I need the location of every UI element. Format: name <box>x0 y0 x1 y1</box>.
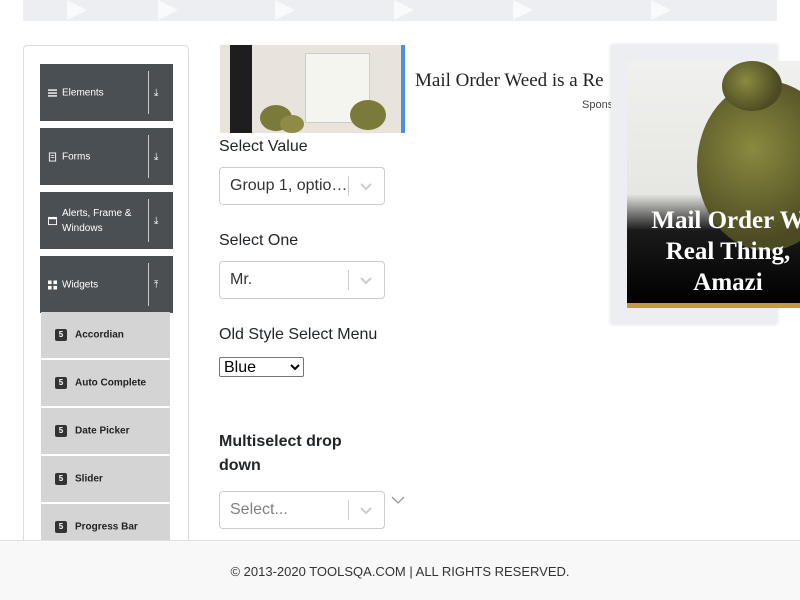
sidebar-item-label: Progress Bar <box>75 521 138 533</box>
ad-popup-headline[interactable]: Mail Order W Real Thing, Amazi <box>638 205 800 298</box>
sidebar-item-auto-complete[interactable]: 5 Auto Complete <box>41 360 170 407</box>
old-style-select-label: Old Style Select Menu <box>219 326 378 343</box>
download-arrow-icon[interactable]: ⤓ <box>154 151 158 162</box>
footer-copyright: © 2013-2020 TOOLSQA.COM | ALL RIGHTS RES… <box>230 564 570 579</box>
sidebar-group-widgets[interactable]: Widgets ⤒ <box>40 256 173 313</box>
window-icon <box>48 216 57 225</box>
sidebar-item-slider[interactable]: 5 Slider <box>41 456 170 503</box>
sidebar-group-label: Forms <box>62 151 91 162</box>
select-value-dropdown[interactable]: Group 1, optio… <box>219 167 385 205</box>
sidebar-group-label: Widgets <box>62 279 99 290</box>
document-icon <box>48 152 57 161</box>
multiselect-placeholder: Select... <box>230 501 288 518</box>
sidebar-item-label: Auto Complete <box>75 377 147 389</box>
download-arrow-icon[interactable]: ⤓ <box>154 215 158 226</box>
multiselect-dropdown[interactable]: Select... <box>219 491 385 529</box>
html5-icon: 5 <box>55 425 67 437</box>
menu-icon <box>48 88 57 97</box>
sidebar: Elements ⤓ Forms ⤓ Alerts, Frame & Windo… <box>23 45 189 565</box>
sidebar-group-label: Elements <box>62 87 104 98</box>
ad-sponsored-label: Spons <box>582 99 614 111</box>
sidebar-item-label: Slider <box>75 473 103 485</box>
sidebar-item-date-picker[interactable]: 5 Date Picker <box>41 408 170 455</box>
select-one-current: Mr. <box>230 271 253 288</box>
multiselect-label: Multiselect drop down <box>219 433 342 474</box>
html5-icon: 5 <box>55 329 67 341</box>
sidebar-item-label: Accordian <box>75 329 124 341</box>
top-ad-banner <box>23 0 777 21</box>
grid-icon <box>48 280 57 289</box>
sidebar-item-label: Date Picker <box>75 425 130 437</box>
chevron-down-icon[interactable] <box>391 493 405 507</box>
select-value-current: Group 1, optio… <box>230 177 348 194</box>
ad-image[interactable] <box>220 45 405 133</box>
old-style-select-menu[interactable]: Blue <box>219 357 304 377</box>
sidebar-group-alerts[interactable]: Alerts, Frame & Windows ⤓ <box>40 192 173 249</box>
html5-icon: 5 <box>55 473 67 485</box>
select-one-label: Select One <box>219 232 299 249</box>
sidebar-group-label: Alerts, Frame & Windows <box>62 207 132 234</box>
chevron-down-icon[interactable] <box>358 178 374 194</box>
chevron-down-icon[interactable] <box>358 272 374 288</box>
sidebar-item-accordian[interactable]: 5 Accordian <box>41 312 170 359</box>
upload-arrow-icon[interactable]: ⤒ <box>154 279 158 290</box>
select-value-label: Select Value <box>219 138 308 155</box>
sidebar-group-forms[interactable]: Forms ⤓ <box>40 128 173 185</box>
footer: © 2013-2020 TOOLSQA.COM | ALL RIGHTS RES… <box>0 540 800 600</box>
html5-icon: 5 <box>55 377 67 389</box>
sidebar-group-elements[interactable]: Elements ⤓ <box>40 64 173 121</box>
chevron-down-icon[interactable] <box>358 502 374 518</box>
select-one-dropdown[interactable]: Mr. <box>219 261 385 299</box>
html5-icon: 5 <box>55 521 67 533</box>
ad-title[interactable]: Mail Order Weed is a Re <box>415 70 604 92</box>
download-arrow-icon[interactable]: ⤓ <box>154 87 158 98</box>
